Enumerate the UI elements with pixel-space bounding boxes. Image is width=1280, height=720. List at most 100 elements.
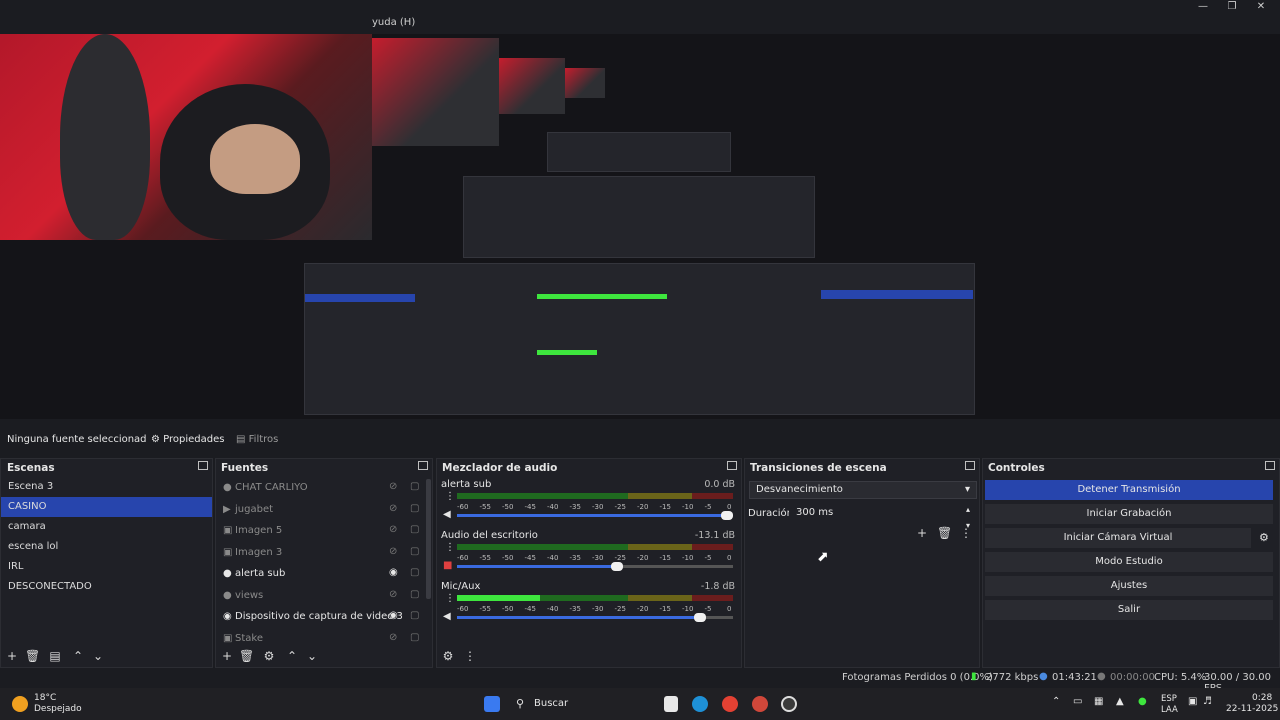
lock-icon[interactable]: ▢ <box>410 589 420 601</box>
status-bar: Fotogramas Perdidos 0 (0.0%) ▮ 2772 kbps… <box>0 670 1280 694</box>
source-item[interactable]: ◉ Dispositivo de captura de video 3 ◉ ▢ <box>216 606 428 627</box>
obs-icon[interactable] <box>781 696 797 712</box>
undock-icon[interactable] <box>727 461 737 470</box>
speaker-icon[interactable]: ◀ <box>443 611 451 622</box>
add-scene-button[interactable]: + <box>5 649 19 663</box>
task-view-icon[interactable] <box>664 696 678 712</box>
scene-item[interactable]: IRL <box>1 557 212 577</box>
duration-input[interactable]: 300 ms ▴ ▾ <box>789 504 977 530</box>
source-item[interactable]: ● views ⊘ ▢ <box>216 585 428 606</box>
control-button[interactable]: Ajustes <box>985 576 1273 596</box>
tray-icon[interactable]: ▭ <box>1073 696 1082 707</box>
chrome-icon[interactable] <box>722 696 738 712</box>
control-button[interactable]: Iniciar Cámara Virtual <box>985 528 1251 548</box>
scene-item[interactable]: escena lol <box>1 537 212 557</box>
transition-select[interactable]: Desvanecimiento ▾ <box>749 481 977 499</box>
scene-item[interactable]: CASINO <box>1 497 212 517</box>
properties-button[interactable]: ⚙ Propiedades <box>151 434 224 445</box>
tray-grid-icon[interactable]: ▦ <box>1094 696 1103 707</box>
volume-slider[interactable] <box>457 562 733 571</box>
lock-icon[interactable]: ▢ <box>410 546 420 558</box>
source-item[interactable]: ▶ jugabet ⊘ ▢ <box>216 499 428 520</box>
lock-icon[interactable]: ▢ <box>410 610 420 622</box>
volume-slider-handle[interactable] <box>611 562 624 571</box>
source-item[interactable]: ▣ Stake ⊘ ▢ <box>216 628 428 649</box>
move-up-button[interactable]: ⌃ <box>285 649 299 663</box>
tray-network-icon[interactable]: ▲ <box>1116 696 1124 707</box>
minimize-button[interactable]: — <box>1190 0 1216 14</box>
maximize-button[interactable]: ❐ <box>1219 0 1245 14</box>
advanced-audio-button[interactable]: ⚙ <box>441 649 455 663</box>
eye-hidden-icon[interactable]: ⊘ <box>389 632 401 644</box>
delete-transition-button[interactable]: 🗑 <box>937 526 952 540</box>
volume-slider-handle[interactable] <box>721 511 734 520</box>
source-item[interactable]: ● alerta sub ◉ ▢ <box>216 563 428 584</box>
edge-icon[interactable] <box>692 696 708 712</box>
nested-preview-feed-3 <box>565 68 605 98</box>
source-item[interactable]: ● CHAT CARLIYO ⊘ ▢ <box>216 477 428 498</box>
eye-hidden-icon[interactable]: ⊘ <box>389 481 401 493</box>
source-item[interactable]: ▣ Imagen 5 ⊘ ▢ <box>216 520 428 541</box>
chevron-up-icon[interactable]: ⌃ <box>1052 696 1060 707</box>
delete-source-button[interactable]: 🗑 <box>239 649 254 663</box>
lock-icon[interactable]: ▢ <box>410 503 420 515</box>
channel-menu-icon[interactable]: ⋮ <box>445 542 455 553</box>
control-button[interactable]: Iniciar Grabación <box>985 504 1273 524</box>
eye-icon[interactable]: ◉ <box>389 567 401 579</box>
transition-menu-button[interactable]: ⋮ <box>959 526 973 540</box>
eye-icon[interactable]: ◉ <box>389 610 401 622</box>
eye-hidden-icon[interactable]: ⊘ <box>389 503 401 515</box>
close-button[interactable]: ✕ <box>1248 0 1274 14</box>
control-button[interactable]: Salir <box>985 600 1273 620</box>
eye-hidden-icon[interactable]: ⊘ <box>389 546 401 558</box>
tick-label: -60 <box>457 554 469 562</box>
scene-filters-button[interactable]: ▤ <box>48 649 62 663</box>
volume-slider-handle[interactable] <box>693 613 706 622</box>
wifi-icon[interactable]: ▣ <box>1188 696 1197 707</box>
control-button[interactable]: Modo Estudio <box>985 552 1273 572</box>
sources-scrollbar[interactable] <box>426 479 431 599</box>
channel-menu-icon[interactable]: ⋮ <box>445 491 455 502</box>
channel-menu-icon[interactable]: ⋮ <box>445 593 455 604</box>
lock-icon[interactable]: ▢ <box>410 524 420 536</box>
virtual-camera-settings-icon[interactable]: ⚙ <box>1259 531 1269 544</box>
chrome-profile-icon[interactable] <box>752 696 768 712</box>
source-item[interactable]: ▣ Imagen 3 ⊘ ▢ <box>216 542 428 563</box>
undock-icon[interactable] <box>1265 461 1275 470</box>
undock-icon[interactable] <box>965 461 975 470</box>
move-down-button[interactable]: ⌄ <box>91 649 105 663</box>
eye-hidden-icon[interactable]: ⊘ <box>389 524 401 536</box>
speaker-icon[interactable]: ◀ <box>443 509 451 520</box>
scene-item[interactable]: DESCONECTADO <box>1 577 212 597</box>
filters-button[interactable]: ▤ Filtros <box>236 434 278 445</box>
delete-scene-button[interactable]: 🗑 <box>25 649 40 663</box>
move-up-button[interactable]: ⌃ <box>71 649 85 663</box>
volume-slider[interactable] <box>457 613 733 622</box>
add-transition-button[interactable]: + <box>915 526 929 540</box>
muted-speaker-icon[interactable]: ■ <box>443 560 452 571</box>
scene-item[interactable]: Escena 3 <box>1 477 212 497</box>
source-properties-button[interactable]: ⚙ <box>262 649 276 663</box>
weather-icon[interactable] <box>12 696 28 712</box>
preview-canvas[interactable] <box>0 34 1280 419</box>
volume-slider[interactable] <box>457 511 734 520</box>
tick-label: -35 <box>569 503 581 511</box>
volume-icon[interactable]: ♬ <box>1203 696 1212 707</box>
lock-icon[interactable]: ▢ <box>410 481 420 493</box>
lock-icon[interactable]: ▢ <box>410 632 420 644</box>
stream-time: 01:43:21 <box>1052 672 1097 683</box>
add-source-button[interactable]: + <box>220 649 234 663</box>
microphone-icon[interactable]: ● <box>1138 696 1147 707</box>
control-button[interactable]: Detener Transmisión <box>985 480 1273 500</box>
eye-hidden-icon[interactable]: ⊘ <box>389 589 401 601</box>
mixer-menu-button[interactable]: ⋮ <box>463 649 477 663</box>
taskbar-search[interactable]: ⚲ Buscar <box>508 692 668 716</box>
menu-help[interactable]: yuda (H) <box>372 17 415 28</box>
windows-start-icon[interactable] <box>484 696 500 712</box>
tick-label: -10 <box>682 605 694 613</box>
move-down-button[interactable]: ⌄ <box>305 649 319 663</box>
undock-icon[interactable] <box>418 461 428 470</box>
scene-item[interactable]: camara <box>1 517 212 537</box>
lock-icon[interactable]: ▢ <box>410 567 420 579</box>
undock-icon[interactable] <box>198 461 208 470</box>
